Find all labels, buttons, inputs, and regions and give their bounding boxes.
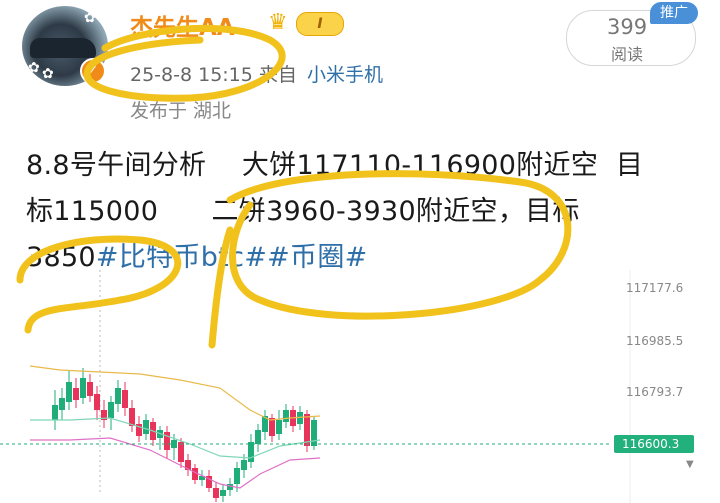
candle-body — [87, 382, 93, 396]
candle-body — [73, 388, 79, 400]
candle-body — [269, 418, 275, 436]
verified-v-icon: ✓ — [80, 58, 106, 84]
candle-body — [129, 408, 135, 426]
level-badge[interactable]: I — [296, 12, 344, 36]
crown-icon: ♛ — [268, 10, 288, 35]
y-tick-label: 117177.6 — [626, 281, 683, 295]
candle-body — [178, 442, 184, 462]
candle-body — [108, 402, 114, 418]
candle-body — [59, 398, 65, 410]
candle-body — [220, 490, 226, 496]
candle-body — [248, 442, 254, 462]
candle-body — [311, 420, 317, 446]
candle-body — [255, 430, 261, 444]
candles-group — [52, 368, 317, 502]
flower-icon: ✿ — [28, 60, 40, 76]
device-link[interactable]: 小米手机 — [307, 64, 383, 86]
post-location: 发布于 湖北 — [130, 100, 232, 122]
post-line: 8.8号午间分析 大饼117110-116900附近空 目 — [26, 150, 644, 181]
post-line: 标115000 二饼3960-3930附近空，目标 — [26, 196, 580, 227]
candle-body — [276, 420, 282, 434]
flower-icon: ✿ — [42, 66, 54, 82]
promo-badge: 推广 — [650, 2, 698, 24]
flower-icon: ✿ — [84, 10, 96, 26]
avatar-car-image — [30, 38, 96, 58]
candle-body — [52, 405, 58, 420]
read-label: 阅读 — [611, 45, 644, 64]
post-content: 8.8号午间分析 大饼117110-116900附近空 目 标115000 二饼… — [26, 143, 706, 281]
post-meta: 25-8-8 15:15 来自 小米手机 — [130, 60, 383, 87]
hashtag-link[interactable]: #比特币btc##币圈# — [96, 242, 368, 273]
y-tick-label: 116985.5 — [626, 334, 683, 348]
candle-body — [66, 382, 72, 402]
candle-body — [143, 420, 149, 434]
candle-body — [115, 388, 121, 404]
post-value: 3850 — [26, 242, 96, 273]
candle-body — [213, 488, 219, 498]
candle-body — [234, 468, 240, 484]
candle-body — [192, 468, 198, 480]
y-tick-label: 116793.7 — [626, 385, 683, 399]
current-price-label: 116600.3 — [622, 437, 679, 451]
source-prefix: 来自 — [258, 64, 297, 86]
candle-body — [94, 394, 100, 410]
candle-body — [122, 390, 128, 408]
scroll-down-icon: ▼ — [686, 459, 694, 470]
candle-body — [283, 410, 289, 422]
read-count: 399 — [607, 15, 648, 39]
candlestick-chart[interactable]: 117177.6 116985.5 116793.7 116600.3 ▼ — [0, 270, 720, 503]
candle-body — [80, 378, 86, 398]
candle-body — [241, 460, 247, 470]
username[interactable]: 杰先生AA — [130, 8, 235, 42]
post-timestamp: 25-8-8 15:15 — [130, 64, 253, 86]
